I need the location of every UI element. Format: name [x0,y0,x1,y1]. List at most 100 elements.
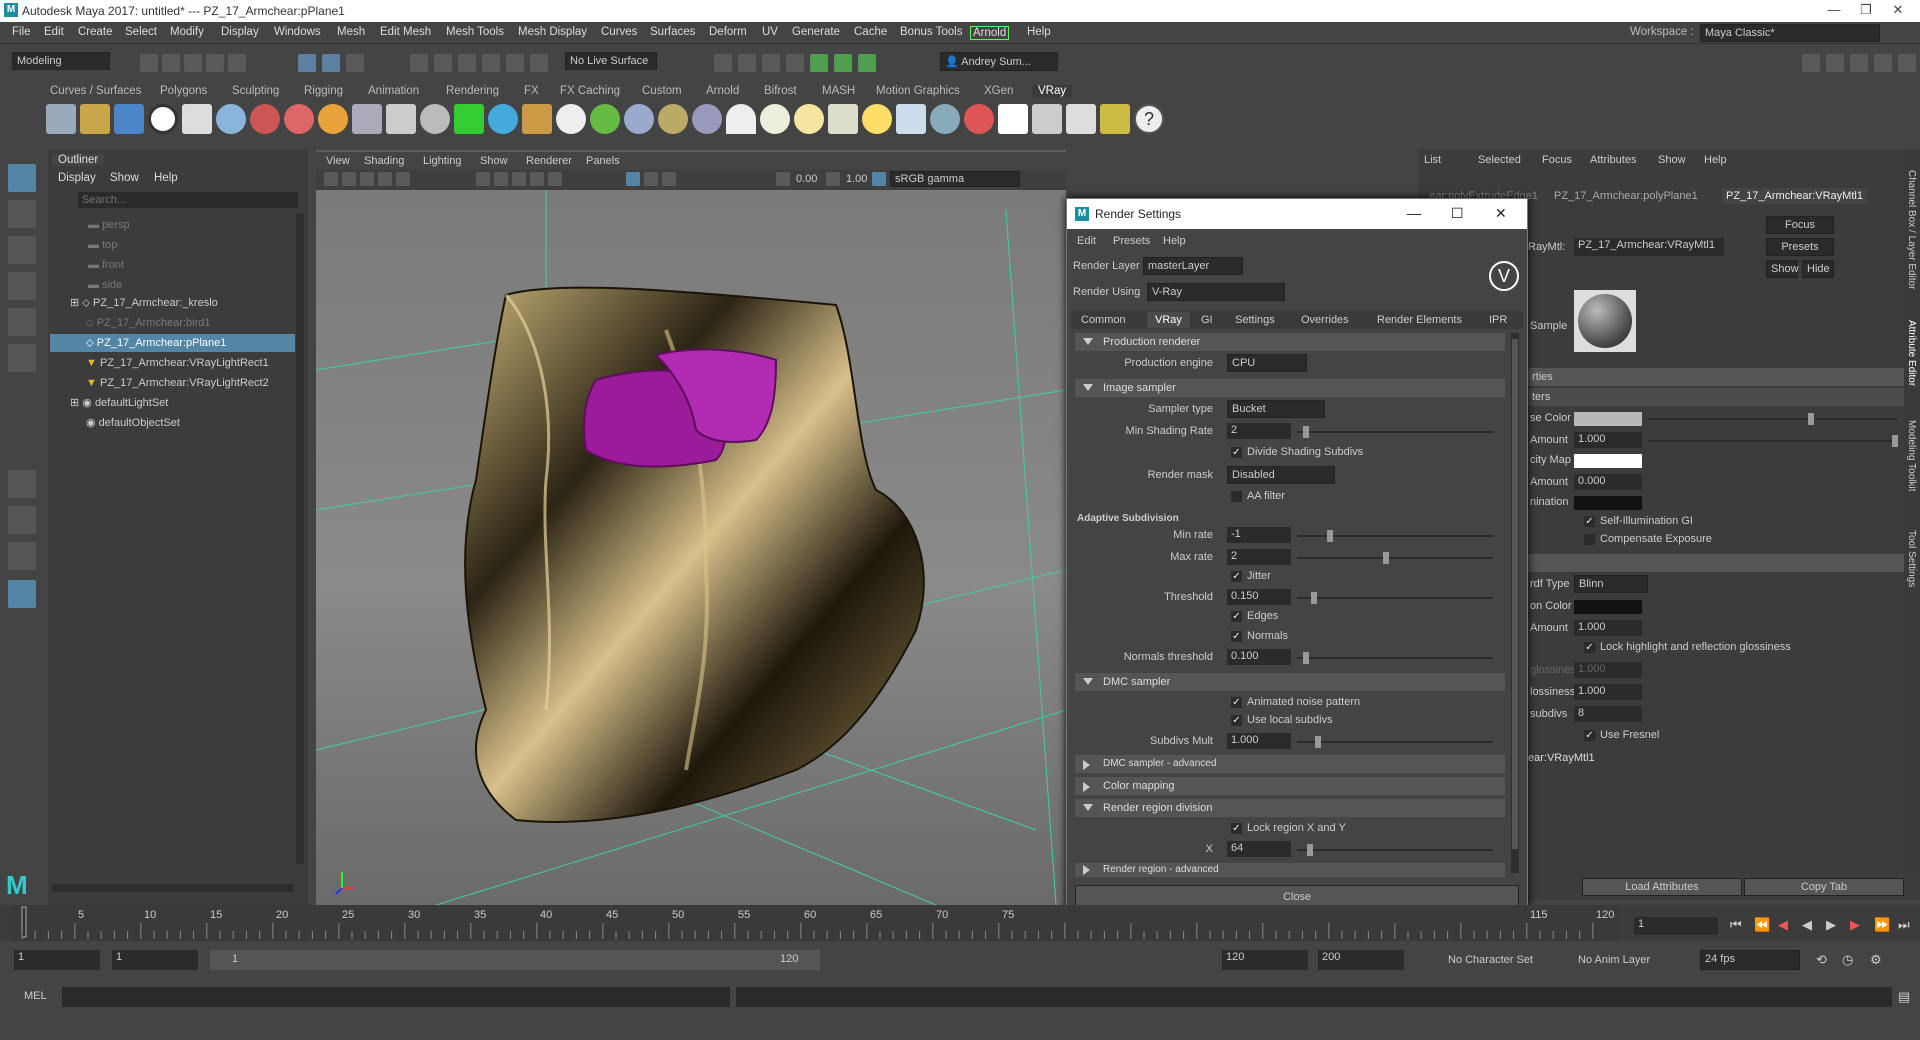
vray-render-icon[interactable] [1032,104,1062,134]
lasso-tool-icon[interactable] [322,54,340,72]
open-scene-icon[interactable] [162,54,180,72]
color-space-dropdown[interactable]: sRGB gamma [890,171,1020,187]
vray-table-icon[interactable] [1066,104,1096,134]
render-mask-dropdown[interactable]: Disabled [1227,466,1335,484]
vray-checker-icon[interactable] [998,104,1028,134]
edges-checkbox[interactable]: ✓ [1231,611,1242,622]
vray-sphere-light-icon[interactable] [794,104,824,134]
attr-tab-poly-plane[interactable]: PZ_17_Armchear:polyPlane1 [1554,190,1698,202]
slider-knob[interactable] [1311,592,1317,604]
menu-mesh[interactable]: Mesh [337,26,365,38]
undo-icon[interactable] [206,54,224,72]
sampler-type-dropdown[interactable]: Bucket [1227,400,1325,418]
vray-fire-icon[interactable] [318,104,348,134]
attr-presets-button[interactable]: Presets [1766,238,1834,256]
diffuse-color-swatch[interactable] [1574,412,1642,426]
menu-edit-mesh[interactable]: Edit Mesh [380,26,431,38]
outliner-menu-show[interactable]: Show [110,172,139,184]
ipr-render-icon[interactable] [738,54,756,72]
slider-knob[interactable] [1303,652,1309,664]
subdivs-mult-slider[interactable] [1297,736,1493,748]
isolate-icon[interactable] [626,172,640,186]
toggle-tool-settings-icon[interactable] [1850,54,1868,72]
rs-tab-gi[interactable]: GI [1201,314,1213,326]
rs-scroll-thumb[interactable] [1512,339,1518,849]
use-local-subdivs-checkbox[interactable]: ✓ [1231,715,1242,726]
help-icon[interactable]: ? [1134,104,1164,134]
attr-menu-selected[interactable]: Selected [1478,154,1521,166]
menu-display[interactable]: Display [221,26,259,38]
play-backward-icon[interactable]: ◀ [1802,917,1812,933]
shelf-tab-custom[interactable]: Custom [642,85,682,97]
render-region-header[interactable]: Render region division [1075,799,1505,817]
outliner-menu-display[interactable]: Display [58,172,96,184]
side-tab-modeling-toolkit[interactable]: Modeling Toolkit [1906,420,1917,492]
attr-hide-button[interactable]: Hide [1802,260,1834,278]
image-plane-icon[interactable] [378,172,392,186]
smooth-shade-icon[interactable] [494,172,508,186]
snap-view-icon[interactable] [482,54,500,72]
exposure-icon[interactable] [776,172,790,186]
vray-grid-icon[interactable] [46,104,76,134]
amount-input[interactable]: 1.000 [1574,432,1642,448]
slider-knob[interactable] [1307,844,1313,856]
toggle-channel-box-icon[interactable] [1874,54,1892,72]
slider-knob[interactable] [1892,435,1898,447]
menu-surfaces[interactable]: Surfaces [650,26,695,38]
menu-mesh-tools[interactable]: Mesh Tools [446,26,504,38]
outliner-scrollbar[interactable] [296,214,304,864]
animated-noise-checkbox[interactable]: ✓ [1231,697,1242,708]
slider-knob[interactable] [1383,552,1389,564]
min-rate-slider[interactable] [1297,530,1493,542]
shelf-tab-fx-caching[interactable]: FX Caching [560,85,620,97]
menu-generate[interactable]: Generate [792,26,840,38]
shelf-tab-rigging[interactable]: Rigging [304,85,343,97]
anim-prefs-icon[interactable]: ⚙ [1870,952,1882,968]
menu-deform[interactable]: Deform [709,26,747,38]
step-forward-frame-icon[interactable]: ▶ [1850,917,1860,933]
amount-slider[interactable] [1648,435,1898,447]
outliner-menu-help[interactable]: Help [154,172,178,184]
rs-menu-edit[interactable]: Edit [1077,235,1096,247]
diffuse-slider[interactable] [1648,413,1898,425]
vray-flag-icon[interactable] [964,104,994,134]
menu-edit[interactable]: Edit [44,26,64,38]
node-name-input[interactable]: PZ_17_Armchear:VRayMtl1 [1574,238,1724,256]
attr-menu-focus[interactable]: Focus [1542,154,1572,166]
outliner-row[interactable]: ▬ side [88,276,330,294]
rs-tab-vray[interactable]: VRay [1147,312,1190,328]
jitter-checkbox[interactable]: ✓ [1231,571,1242,582]
amount-input[interactable]: 0.000 [1574,474,1642,490]
vray-sphere-icon[interactable] [930,104,960,134]
save-scene-icon[interactable] [184,54,202,72]
single-perspective-layout-icon[interactable] [8,470,36,498]
camera-attributes-icon[interactable] [342,172,356,186]
shelf-tab-sculpting[interactable]: Sculpting [232,85,279,97]
shelf-tab-polygons[interactable]: Polygons [160,85,207,97]
live-surface-field[interactable]: No Live Surface [565,52,657,70]
region-x-input[interactable]: 64 [1227,841,1291,857]
side-tab-channel-box[interactable]: Channel Box / Layer Editor [1906,170,1917,290]
slider-knob[interactable] [1808,413,1814,425]
animation-start-input[interactable]: 1 [14,950,100,970]
vray-sun-icon[interactable] [862,104,892,134]
expand-icon[interactable]: ⊞ [70,297,82,309]
outliner-row[interactable]: ⊞ ⬦ PZ_17_Armchear:_kreslo [70,294,312,312]
vray-material-icon[interactable] [216,104,246,134]
max-rate-input[interactable]: 2 [1227,549,1291,565]
highlight-glossiness-input[interactable]: 1.000 [1574,662,1642,678]
attr-menu-show[interactable]: Show [1658,154,1686,166]
vray-cube-icon[interactable] [386,104,416,134]
shelf-tab-fx[interactable]: FX [524,85,539,97]
outliner-row[interactable]: ▼ PZ_17_Armchear:VRayLightRect2 [86,374,328,392]
toggle-modeling-toolkit-icon[interactable] [1802,54,1820,72]
toggle-attribute-editor-icon[interactable] [1826,54,1844,72]
vray-spot-light-icon[interactable] [760,104,790,134]
lasso-icon[interactable] [8,200,36,228]
aa-filter-checkbox[interactable] [1231,491,1242,502]
mode-dropdown[interactable]: Modeling [12,52,110,70]
render-frame-icon[interactable] [714,54,732,72]
expand-icon[interactable]: ⊞ [70,397,82,409]
shelf-tab-mash[interactable]: MASH [822,85,855,97]
menu-select[interactable]: Select [125,26,157,38]
